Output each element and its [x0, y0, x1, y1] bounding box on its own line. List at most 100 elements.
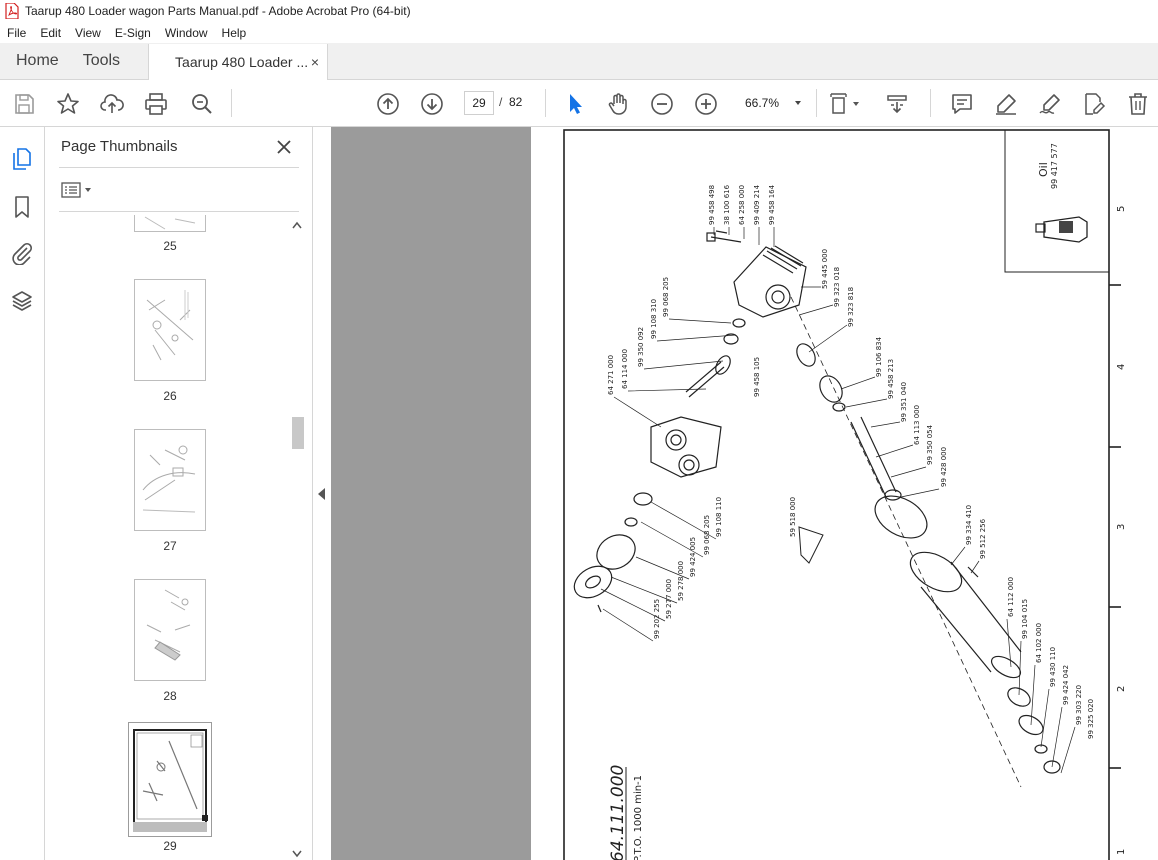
fill-sign-icon[interactable] [1037, 91, 1063, 117]
thumbnail-bottom-bar [133, 822, 207, 832]
part-label: 99 323 818 [847, 287, 855, 327]
toolbar-divider [231, 89, 232, 117]
toolbar-divider [545, 89, 546, 117]
part-label: 99 458 164 [768, 184, 776, 225]
part-label: 99 428 000 [940, 447, 948, 487]
part-label: 99 512 256 [979, 518, 987, 559]
ruler-label: 3 [1116, 524, 1127, 530]
highlight-pen-icon[interactable] [993, 91, 1019, 117]
parts-drawing: Oil 99 417 577 5 4 3 2 1 64.111.000 P.T.… [563, 129, 1127, 860]
thumbnail-label: 28 [163, 689, 177, 703]
panel-title: Page Thumbnails [61, 138, 178, 155]
window-title: Taarup 480 Loader wagon Parts Manual.pdf… [25, 4, 411, 18]
part-label: 64 114 000 [621, 349, 629, 389]
menu-edit[interactable]: Edit [33, 26, 68, 40]
ruler-label: 5 [1116, 206, 1127, 212]
save-icon[interactable] [11, 91, 37, 117]
select-cursor-icon[interactable] [562, 91, 588, 117]
oil-label: Oil [1037, 162, 1050, 177]
tab-document[interactable]: Taarup 480 Loader ... × [148, 44, 329, 80]
scroll-down-icon[interactable] [290, 846, 304, 860]
thumbnail-resize-handle[interactable] [202, 815, 208, 821]
part-label: 99 409 214 [753, 184, 761, 225]
menu-view[interactable]: View [68, 26, 108, 40]
thumbnail-label: 27 [163, 539, 177, 553]
tab-document-label: Taarup 480 Loader ... [175, 54, 309, 70]
panel-collapse-handle[interactable] [313, 127, 331, 860]
edit-pdf-icon[interactable] [1081, 91, 1107, 117]
part-label: 99 430 110 [1049, 647, 1057, 687]
part-label: 99 323 018 [833, 267, 841, 307]
thumbnail-page-29[interactable] [133, 729, 207, 831]
thumbnail-image [142, 445, 196, 513]
menu-window[interactable]: Window [158, 26, 215, 40]
part-label: 64 258 000 [738, 185, 746, 225]
next-page-icon[interactable] [419, 91, 445, 117]
document-view[interactable]: Oil 99 417 577 5 4 3 2 1 64.111.000 P.T.… [331, 127, 1158, 860]
thumbnails-panel: Page Thumbnails 25 26 27 28 29 [45, 127, 313, 860]
thumbnail-scrollbar[interactable] [290, 219, 304, 860]
part-label: 99 104 015 [1021, 599, 1029, 639]
upload-cloud-icon[interactable] [99, 91, 125, 117]
part-label: 64 102 000 [1035, 623, 1043, 663]
part-label: 99 424 005 [689, 537, 697, 577]
attachments-icon[interactable] [10, 241, 34, 265]
menu-help[interactable]: Help [215, 26, 254, 40]
part-label: 59 445 000 [821, 249, 829, 289]
zoom-in-icon[interactable] [693, 91, 719, 117]
thumbnail-label: 26 [163, 389, 177, 403]
thumbnail-page-28[interactable] [134, 579, 206, 681]
zoom-search-icon[interactable] [189, 91, 215, 117]
tab-tools[interactable]: Tools [75, 43, 136, 79]
page-ruler: 5 4 3 2 1 [1109, 206, 1127, 855]
bookmark-star-icon[interactable] [55, 91, 81, 117]
chevron-down-icon [795, 101, 801, 105]
previous-page-icon[interactable] [375, 91, 401, 117]
close-panel-icon[interactable] [276, 139, 292, 155]
thumbnail-options-icon[interactable] [61, 180, 97, 200]
page-total: 82 [509, 95, 523, 109]
thumbnail-page-26[interactable] [134, 279, 206, 381]
comment-icon[interactable] [949, 91, 975, 117]
chevron-left-icon[interactable] [313, 484, 331, 504]
bookmarks-icon[interactable] [10, 195, 34, 219]
part-label: 99 068 205 [703, 515, 711, 555]
thumbnail-page-25[interactable] [134, 215, 206, 232]
part-label: 99 108 110 [715, 497, 723, 537]
thumbnail-page-27[interactable] [134, 429, 206, 531]
thumbnail-image [146, 589, 191, 661]
menu-file[interactable]: File [0, 26, 33, 40]
part-label: 64 271 000 [607, 355, 615, 395]
oil-part-number: 99 417 577 [1050, 143, 1059, 189]
leader-lines [600, 227, 1076, 774]
zoom-out-icon[interactable] [649, 91, 675, 117]
part-label: 99 303 220 [1075, 685, 1083, 725]
layers-icon[interactable] [10, 289, 34, 313]
hand-tool-icon[interactable] [605, 91, 631, 117]
scrollbar-thumb[interactable] [292, 417, 304, 449]
trash-icon[interactable] [1125, 91, 1151, 117]
ruler-label: 1 [1116, 849, 1127, 855]
part-label: 64 113 000 [913, 405, 921, 445]
scroll-mode-icon[interactable] [884, 91, 910, 117]
part-label: 99 351 040 [900, 382, 908, 422]
part-label: 99 350 092 [637, 327, 645, 367]
page-number-input[interactable]: 29 [464, 91, 494, 115]
left-rail [0, 127, 45, 860]
page-fit-icon[interactable] [828, 91, 864, 117]
part-label: 99 202 255 [653, 599, 661, 639]
menu-bar: File Edit View E-Sign Window Help [0, 22, 1158, 43]
thumbnail-label: 29 [163, 839, 177, 853]
title-bar: Taarup 480 Loader wagon Parts Manual.pdf… [0, 0, 1158, 22]
zoom-select[interactable]: 66.7% [741, 91, 807, 115]
zoom-value: 66.7% [745, 96, 780, 110]
scroll-up-icon[interactable] [290, 219, 304, 233]
close-tab-icon[interactable]: × [311, 54, 319, 70]
page-thumbnails-icon[interactable] [10, 147, 34, 171]
panel-divider [59, 167, 299, 168]
thumbnail-image [146, 290, 194, 361]
print-icon[interactable] [143, 91, 169, 117]
part-label: 38 100 616 [723, 184, 731, 225]
tab-home[interactable]: Home [0, 43, 75, 79]
menu-esign[interactable]: E-Sign [108, 26, 158, 40]
